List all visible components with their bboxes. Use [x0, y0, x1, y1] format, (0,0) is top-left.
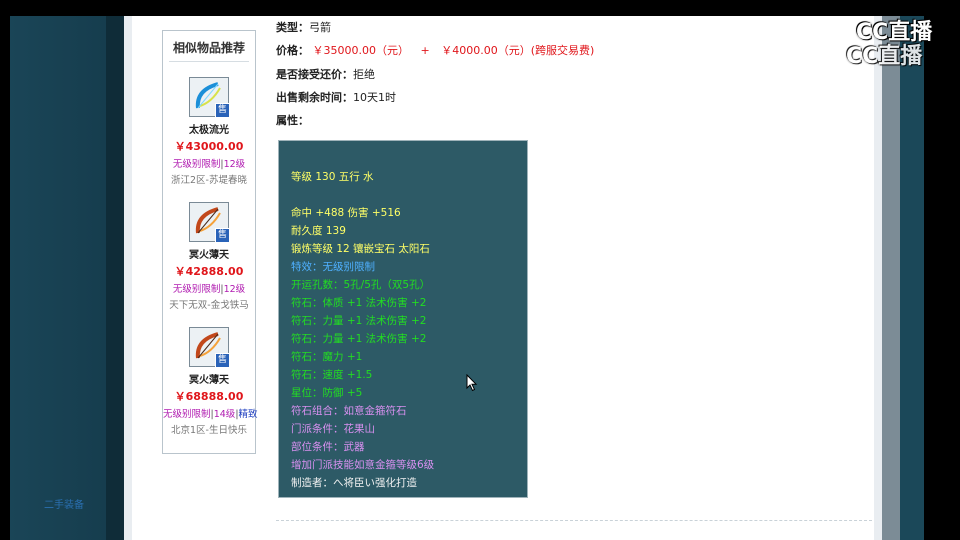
similar-item-tags: 无级别限制|12级	[172, 159, 246, 170]
attributes-row: 属性：	[276, 112, 309, 128]
attr-line: 开运孔数：5孔/5孔（双5孔）	[291, 279, 431, 291]
price-plus: +	[420, 44, 430, 57]
attr-line: 锻炼等级 12 镶嵌宝石 太阳石	[291, 243, 430, 255]
attr-line: 特效：无级别限制	[291, 261, 375, 273]
similar-item-server: 浙江2区-苏堤春晓	[171, 175, 247, 186]
time-left-row: 出售剩余时间：10天1时	[276, 89, 396, 105]
attr-line: 符石组合：如意金箍符石	[291, 405, 407, 417]
bow-fire-icon[interactable]: 售	[189, 327, 230, 368]
price-value: ￥35000.00（元）	[312, 44, 410, 57]
similar-item-server: 北京1区-生日快乐	[171, 425, 247, 436]
attr-line: 部位条件：武器	[291, 441, 365, 453]
left-letterbox	[0, 16, 10, 540]
similar-item[interactable]: 售 太极流光 ￥43000.00 无级别限制|12级 浙江2区-苏堤春晓	[163, 77, 255, 186]
attr-line: 门派条件：花果山	[291, 423, 375, 435]
cross-server-fee: ￥4000.00（元）(跨服交易费)	[441, 44, 595, 57]
attr-line: 等级 130 五行 水	[291, 171, 374, 183]
similar-item[interactable]: 售 冥火薄天 ￥42888.00 无级别限制|12级 天下无双-金戈铁马	[163, 202, 255, 311]
cc-logo-icon	[810, 20, 844, 58]
attributes-label: 属性：	[276, 114, 309, 127]
attr-line: 符石：速度 +1.5	[291, 369, 373, 381]
attr-line: 命中 +488 伤害 +516	[291, 207, 401, 219]
right-letterbox	[924, 16, 960, 540]
similar-item-price: ￥68888.00	[174, 390, 244, 403]
attr-line: 增加门派技能如意金箍等级6级	[291, 459, 435, 471]
page-content: 相似物品推荐 售 太极流光 ￥43000.00 无级别限制|12级 浙江2区-苏…	[132, 16, 874, 540]
level-limit-tag: 无级别限制	[172, 159, 221, 170]
bow-blue-icon[interactable]: 售	[189, 77, 230, 118]
similar-item-price: ￥42888.00	[174, 265, 244, 278]
similar-item-name[interactable]: 太极流光	[163, 121, 255, 136]
watermark-text-shadow: CC直播	[846, 44, 923, 69]
similar-item-price: ￥43000.00	[174, 140, 244, 153]
level-limit-tag: 无级别限制	[172, 284, 221, 295]
similar-item-tags: 无级别限制|14级|精致	[163, 409, 258, 420]
similar-items-panel: 相似物品推荐 售 太极流光 ￥43000.00 无级别限制|12级 浙江2区-苏…	[162, 30, 258, 454]
browser-viewport: 二手装备 相似物品推荐 售 太极流光 ￥43000.00 无级别限制|12级 浙…	[0, 16, 960, 540]
attr-line: 符石：体质 +1 法术伤害 +2	[291, 297, 427, 309]
level-limit-tag: 无级别限制	[163, 409, 211, 420]
similar-item-tags: 无级别限制|12级	[172, 284, 246, 295]
counter-offer-row: 是否接受还价：拒绝	[276, 66, 375, 82]
attr-line: 符石：魔力 +1	[291, 351, 363, 363]
right-background	[900, 16, 924, 540]
attr-line: 符石：力量 +1 法术伤害 +2	[291, 315, 427, 327]
attributes-box: 等级 130 五行 水 命中 +488 伤害 +516 耐久度 139 锻炼等级…	[278, 140, 528, 498]
time-left-value: 10天1时	[353, 91, 396, 104]
type-row: 类型：弓箭	[276, 19, 331, 35]
attr-line: 星位：防御 +5	[291, 387, 363, 399]
right-page-edge	[882, 16, 900, 540]
page-container: 相似物品推荐 售 太极流光 ￥43000.00 无级别限制|12级 浙江2区-苏…	[124, 16, 882, 540]
level-tag: 14级	[213, 409, 236, 420]
level-tag: 12级	[223, 159, 246, 170]
left-background	[10, 16, 106, 540]
type-value: 弓箭	[309, 21, 331, 34]
similar-item-name[interactable]: 冥火薄天	[163, 371, 255, 386]
quality-tag: 精致	[238, 409, 258, 420]
counter-offer-value: 拒绝	[353, 68, 375, 81]
section-divider	[276, 520, 872, 521]
left-page-edge	[106, 16, 124, 540]
mouse-cursor-icon	[466, 373, 478, 396]
price-row: 价格： ￥35000.00（元） + ￥4000.00（元）(跨服交易费)	[276, 42, 594, 58]
left-bottom-link[interactable]: 二手装备	[44, 496, 84, 511]
level-tag: 12级	[223, 284, 246, 295]
type-label: 类型：	[276, 21, 309, 34]
sold-badge: 售	[215, 228, 230, 243]
similar-item-server: 天下无双-金戈铁马	[169, 300, 249, 311]
attr-line: 耐久度 139	[291, 225, 346, 237]
similar-item-name[interactable]: 冥火薄天	[163, 246, 255, 261]
similar-item[interactable]: 售 冥火薄天 ￥68888.00 无级别限制|14级|精致 北京1区-生日快乐	[163, 327, 258, 436]
attr-line: 制造者：へ将臣い强化打造	[291, 477, 417, 489]
similar-items-title: 相似物品推荐	[169, 31, 249, 62]
price-label: 价格：	[276, 44, 309, 57]
sold-badge: 售	[215, 353, 230, 368]
counter-offer-label: 是否接受还价：	[276, 68, 353, 81]
attr-line: 符石：力量 +1 法术伤害 +2	[291, 333, 427, 345]
time-left-label: 出售剩余时间：	[276, 91, 353, 104]
sold-badge: 售	[215, 103, 230, 118]
bow-fire-icon[interactable]: 售	[189, 202, 230, 243]
broadcast-watermark: CC直播 CC直播	[806, 12, 954, 69]
